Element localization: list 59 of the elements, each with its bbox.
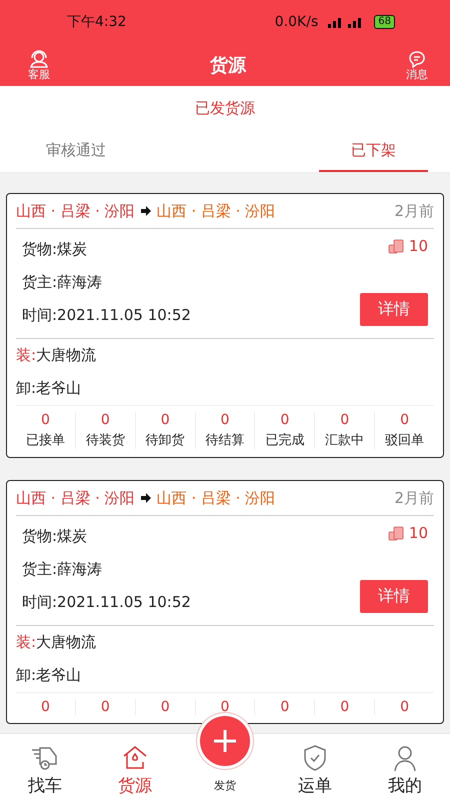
stat-label: 待卸货 bbox=[146, 432, 185, 449]
stat-count: 0 bbox=[280, 412, 290, 428]
details-button[interactable]: 详情 bbox=[360, 293, 428, 326]
stat-label: 已完成 bbox=[265, 432, 304, 449]
page-title: 货源 bbox=[210, 54, 246, 77]
post-age: 2月前 bbox=[394, 202, 434, 220]
tab[interactable]: 审核通过 bbox=[22, 130, 130, 172]
nav-item[interactable]: 我的 bbox=[360, 734, 450, 800]
stat-count: 0 bbox=[340, 412, 350, 428]
post-time: 时间:2021.11.05 10:52 bbox=[22, 592, 192, 613]
stat-count: 0 bbox=[100, 412, 110, 428]
cargo-owner: 货主:薛海涛 bbox=[22, 559, 104, 580]
loading-place: 装:大唐物流 bbox=[16, 345, 98, 366]
stat-label: 汇款中 bbox=[325, 432, 364, 449]
stat-count: 0 bbox=[160, 699, 170, 715]
customer-service-button[interactable]: 客服 bbox=[28, 50, 50, 80]
coins-icon bbox=[388, 525, 404, 541]
battery-icon: 68 bbox=[374, 15, 395, 29]
arrow-icon bbox=[140, 493, 151, 503]
stat-count: 0 bbox=[400, 412, 410, 428]
nav-item[interactable]: 运单 bbox=[270, 734, 360, 800]
destination: 山西 · 吕梁 · 汾阳 bbox=[156, 202, 276, 220]
stat-label: 待装货 bbox=[86, 432, 125, 449]
stat-count: 0 bbox=[40, 412, 50, 428]
stat-label: 已接单 bbox=[26, 432, 65, 449]
origin: 山西 · 吕梁 · 汾阳 bbox=[16, 488, 135, 508]
stat-count: 0 bbox=[280, 699, 290, 715]
amount: 10 bbox=[408, 524, 428, 542]
stat-count: 0 bbox=[220, 412, 230, 428]
network-speed: 0.0K/s bbox=[274, 14, 318, 30]
stat-label: 驳回单 bbox=[385, 432, 424, 449]
nav-item[interactable]: 货源 bbox=[90, 734, 180, 800]
stat-label: 待结算 bbox=[206, 432, 244, 449]
cargo-owner: 货主:薛海涛 bbox=[22, 272, 104, 293]
nav-item[interactable]: 发货 bbox=[180, 716, 270, 800]
stat-count: 0 bbox=[160, 412, 170, 428]
origin: 山西 · 吕梁 · 汾阳 bbox=[16, 202, 135, 220]
loading-place: 装:大唐物流 bbox=[16, 632, 98, 653]
post-age: 2月前 bbox=[394, 488, 434, 508]
destination: 山西 · 吕梁 · 汾阳 bbox=[156, 488, 276, 508]
cargo-type: 货物:煤炭 bbox=[22, 239, 88, 260]
stat-count: 0 bbox=[100, 699, 110, 715]
cargo-type: 货物:煤炭 bbox=[22, 526, 88, 547]
tab[interactable]: 已下架 bbox=[319, 130, 428, 172]
unloading-place: 卸:老爷山 bbox=[16, 378, 82, 399]
status-time: 下午4:32 bbox=[67, 13, 126, 31]
amount: 10 bbox=[408, 237, 428, 255]
unloading-place: 卸:老爷山 bbox=[16, 665, 82, 686]
stat-count: 0 bbox=[40, 699, 50, 715]
stat-count: 0 bbox=[400, 699, 410, 715]
coins-icon bbox=[388, 238, 404, 254]
arrow-icon bbox=[140, 206, 151, 216]
stat-count: 0 bbox=[340, 699, 350, 715]
section-title: 已发货源 bbox=[195, 98, 255, 118]
post-time: 时间:2021.11.05 10:52 bbox=[22, 305, 192, 326]
details-button[interactable]: 详情 bbox=[360, 580, 428, 613]
nav-item[interactable]: 找车 bbox=[0, 734, 90, 800]
stat-count: 0 bbox=[220, 699, 230, 715]
messages-button[interactable]: 消息 bbox=[406, 50, 428, 80]
